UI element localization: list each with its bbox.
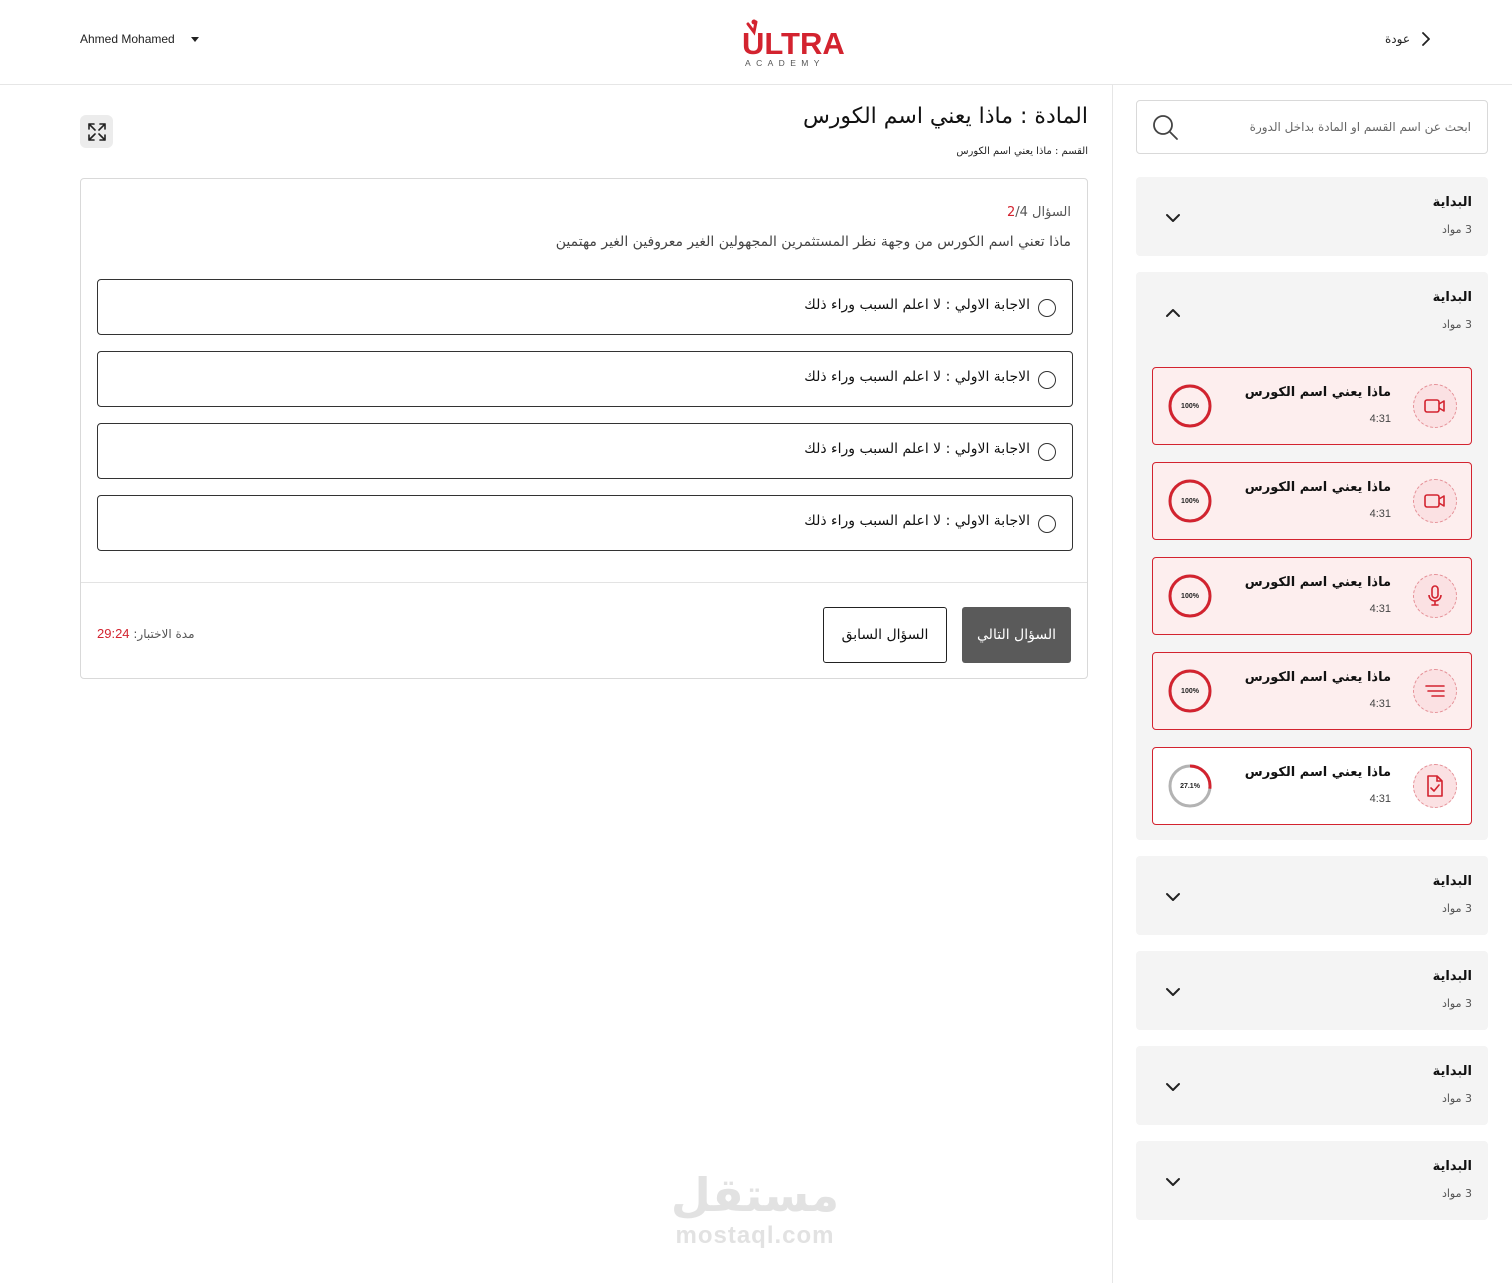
- ultra-academy-logo[interactable]: ULTRA ACADEMY: [742, 18, 846, 68]
- video-icon: [1413, 384, 1457, 428]
- quiz-card: السؤال 2/4 ماذا تعني اسم الكورس من وجهة …: [80, 178, 1088, 679]
- answer-option[interactable]: الاجابة الاولي : لا اعلم السبب وراء ذلك: [97, 423, 1073, 479]
- lesson-title: ماذا يعني اسم الكورس: [1244, 765, 1391, 780]
- card-divider: [81, 582, 1087, 583]
- progress-label: 100%: [1181, 402, 1199, 410]
- logo-text: ULTRA: [742, 26, 845, 61]
- sidebar-section[interactable]: البداية 3 مواد: [1136, 1141, 1488, 1220]
- lesson-duration: 4:31: [1369, 603, 1391, 615]
- text-lines-icon: [1413, 669, 1457, 713]
- chevron-down-icon[interactable]: [1162, 1076, 1184, 1098]
- lesson-item[interactable]: ماذا يعني اسم الكورس 4:31 100%: [1152, 367, 1472, 445]
- progress-label: 100%: [1181, 687, 1199, 695]
- progress-label: 100%: [1181, 497, 1199, 505]
- answer-option[interactable]: الاجابة الاولي : لا اعلم السبب وراء ذلك: [97, 351, 1073, 407]
- microphone-icon: [1413, 574, 1457, 618]
- chevron-down-icon[interactable]: [1162, 207, 1184, 229]
- section-count: 3 مواد: [1441, 1092, 1472, 1105]
- user-menu[interactable]: Ahmed Mohamed: [80, 32, 199, 46]
- logo-subtext: ACADEMY: [745, 58, 825, 68]
- question-current: 2: [1006, 205, 1016, 220]
- timer-label: مدة الاختبار:: [133, 627, 195, 641]
- chevron-down-icon[interactable]: [1162, 1171, 1184, 1193]
- answer-option[interactable]: الاجابة الاولي : لا اعلم السبب وراء ذلك: [97, 495, 1073, 551]
- page-title: المادة : ماذا يعني اسم الكورس: [802, 104, 1088, 129]
- user-name: Ahmed Mohamed: [80, 32, 175, 46]
- answer-label: الاجابة الاولي : لا اعلم السبب وراء ذلك: [804, 513, 1030, 529]
- lesson-title: ماذا يعني اسم الكورس: [1244, 670, 1391, 685]
- question-prefix: السؤال: [1032, 205, 1071, 220]
- expand-icon: [87, 122, 106, 141]
- answer-label: الاجابة الاولي : لا اعلم السبب وراء ذلك: [804, 369, 1030, 385]
- search-box: [1136, 100, 1488, 154]
- watermark: مستقل mostaql.com: [660, 1168, 850, 1250]
- lesson-title: ماذا يعني اسم الكورس: [1244, 575, 1391, 590]
- answer-label: الاجابة الاولي : لا اعلم السبب وراء ذلك: [804, 441, 1030, 457]
- question-total: /4: [1015, 205, 1028, 220]
- search-input[interactable]: [1191, 101, 1471, 153]
- chevron-down-icon[interactable]: [1162, 981, 1184, 1003]
- caret-down-icon: [190, 36, 199, 42]
- chevron-down-icon[interactable]: [1162, 886, 1184, 908]
- lesson-item[interactable]: ماذا يعني اسم الكورس 4:31 100%: [1152, 652, 1472, 730]
- section-title: البداية: [1432, 1159, 1472, 1174]
- lesson-duration: 4:31: [1369, 508, 1391, 520]
- answer-option[interactable]: الاجابة الاولي : لا اعلم السبب وراء ذلك: [97, 279, 1073, 335]
- quiz-document-icon: [1413, 764, 1457, 808]
- section-count: 3 مواد: [1441, 223, 1472, 236]
- search-icon[interactable]: [1151, 113, 1179, 141]
- lesson-title: ماذا يعني اسم الكورس: [1244, 480, 1391, 495]
- progress-label: 100%: [1181, 592, 1199, 600]
- vertical-divider: [1112, 85, 1113, 1283]
- lesson-duration: 4:31: [1369, 793, 1391, 805]
- top-header: Ahmed Mohamed ULTRA ACADEMY عودة: [0, 0, 1512, 85]
- lesson-duration: 4:31: [1369, 413, 1391, 425]
- chevron-right-icon: [1422, 32, 1430, 46]
- sidebar-section[interactable]: البداية 3 مواد: [1136, 177, 1488, 256]
- section-title: البداية: [1432, 874, 1472, 889]
- section-count: 3 مواد: [1441, 902, 1472, 915]
- video-icon: [1413, 479, 1457, 523]
- section-count: 3 مواد: [1441, 1187, 1472, 1200]
- radio-button[interactable]: [1038, 371, 1056, 389]
- watermark-latin: mostaql.com: [675, 1222, 835, 1249]
- progress-label: 27.1%: [1180, 782, 1200, 790]
- section-title: البداية: [1432, 969, 1472, 984]
- sidebar-section-expanded: البداية 3 مواد ماذا يعني اسم الكورس 4:31…: [1136, 272, 1488, 840]
- chevron-up-icon[interactable]: [1162, 302, 1184, 324]
- radio-button[interactable]: [1038, 299, 1056, 317]
- lesson-item[interactable]: ماذا يعني اسم الكورس 4:31 27.1%: [1152, 747, 1472, 825]
- answer-label: الاجابة الاولي : لا اعلم السبب وراء ذلك: [804, 297, 1030, 313]
- section-count: 3 مواد: [1441, 318, 1472, 331]
- breadcrumb: القسم : ماذا يعني اسم الكورس: [956, 146, 1088, 157]
- previous-question-button[interactable]: السؤال السابق: [823, 607, 947, 663]
- lesson-title: ماذا يعني اسم الكورس: [1244, 385, 1391, 400]
- section-count: 3 مواد: [1441, 997, 1472, 1010]
- watermark-arabic: مستقل: [670, 1168, 840, 1222]
- quiz-timer: مدة الاختبار: 29:24: [97, 626, 195, 641]
- lesson-item[interactable]: ماذا يعني اسم الكورس 4:31 100%: [1152, 462, 1472, 540]
- question-text: ماذا تعني اسم الكورس من وجهة نظر المستثم…: [555, 234, 1071, 250]
- section-title: البداية: [1432, 195, 1472, 210]
- course-sidebar: البداية 3 مواد البداية 3 مواد ماذا يعني …: [1136, 100, 1488, 1220]
- timer-value: 29:24: [97, 626, 130, 641]
- back-label: عودة: [1385, 32, 1410, 46]
- section-title: البداية: [1432, 290, 1472, 305]
- question-number: السؤال 2/4: [1007, 205, 1071, 220]
- fullscreen-button[interactable]: [80, 115, 113, 148]
- radio-button[interactable]: [1038, 443, 1056, 461]
- next-question-button[interactable]: السؤال التالي: [962, 607, 1071, 663]
- sidebar-section[interactable]: البداية 3 مواد: [1136, 1046, 1488, 1125]
- radio-button[interactable]: [1038, 515, 1056, 533]
- lesson-duration: 4:31: [1369, 698, 1391, 710]
- sidebar-section[interactable]: البداية 3 مواد: [1136, 856, 1488, 935]
- back-link[interactable]: عودة: [1385, 32, 1432, 46]
- section-title: البداية: [1432, 1064, 1472, 1079]
- sidebar-section[interactable]: البداية 3 مواد: [1136, 951, 1488, 1030]
- lesson-item[interactable]: ماذا يعني اسم الكورس 4:31 100%: [1152, 557, 1472, 635]
